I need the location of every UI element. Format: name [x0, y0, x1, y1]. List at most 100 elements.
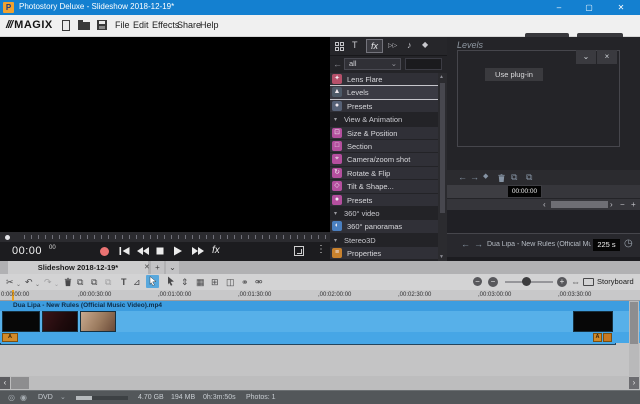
effects-item[interactable]: □Section: [330, 140, 438, 152]
paste-button[interactable]: ⧉: [105, 276, 111, 288]
scrollbar-thumb[interactable]: [551, 201, 608, 208]
jump-start-button[interactable]: [118, 246, 131, 256]
keyframe-prev-icon[interactable]: ←: [458, 172, 467, 182]
mouse-mode-single-button[interactable]: [146, 275, 159, 288]
collapse-caret-icon[interactable]: ▾: [334, 237, 337, 244]
undo-button[interactable]: ↶: [25, 276, 33, 288]
effects-category[interactable]: ▾View & Animation: [330, 113, 438, 125]
copy-button[interactable]: ⧉: [91, 276, 97, 288]
timeline-ruler[interactable]: 0:00:00:00,00:00:30:00,00:01:00:00,00:01…: [0, 290, 640, 301]
record-button[interactable]: [100, 247, 109, 256]
redo-button[interactable]: ↷: [44, 276, 52, 288]
back-arrow-icon[interactable]: ←: [333, 59, 342, 69]
fullscreen-icon[interactable]: [294, 246, 304, 256]
add-keyframe-icon[interactable]: ◆: [483, 172, 488, 180]
rotate-tool-icon[interactable]: ⊿: [133, 276, 141, 288]
ungroup-button[interactable]: ⚮: [255, 276, 263, 288]
effects-item[interactable]: ⌖Camera/zoom shot: [330, 153, 438, 165]
forward-button[interactable]: [190, 246, 205, 256]
effects-category[interactable]: ▾Stereo3D: [330, 234, 438, 246]
range-view-icon[interactable]: ⊞: [211, 276, 219, 288]
delete-button[interactable]: [63, 277, 73, 287]
thumbnail-view-icon[interactable]: ▦: [196, 276, 205, 288]
panel-collapse-button[interactable]: ⌄: [576, 50, 596, 64]
preview-fx-button[interactable]: fx: [212, 245, 220, 256]
group-button[interactable]: ⚭: [241, 276, 249, 288]
rewind-button[interactable]: [135, 246, 150, 256]
effects-item[interactable]: ●Presets: [330, 100, 438, 112]
disc-type-caret-icon[interactable]: ⌄: [60, 393, 66, 401]
effects-scrollbar[interactable]: ▲ ▼: [438, 73, 447, 261]
media-tab-grid-icon[interactable]: [335, 42, 344, 51]
menu-help[interactable]: Help: [200, 20, 219, 30]
monitor-icon[interactable]: [583, 278, 594, 286]
zoom-out-icon[interactable]: −: [620, 199, 625, 210]
tab-transitions-icon[interactable]: ▷▷: [388, 42, 397, 49]
panel-close-button[interactable]: ×: [597, 50, 617, 64]
object-stretch-icon[interactable]: ⇕: [181, 276, 189, 288]
scroll-right-button[interactable]: ›: [629, 377, 639, 389]
tab-titles[interactable]: T: [352, 40, 358, 50]
menu-share[interactable]: Share: [177, 20, 201, 30]
zoom-in-button[interactable]: +: [557, 277, 567, 287]
effects-indicator-icon[interactable]: [603, 333, 612, 342]
effects-item[interactable]: ≡Properties: [330, 247, 438, 259]
effects-item[interactable]: ↻Rotate & Flip: [330, 167, 438, 179]
audio-indicator-icon[interactable]: A: [593, 333, 602, 342]
effects-item[interactable]: ✦Lens Flare: [330, 73, 438, 85]
maximize-button[interactable]: ▢: [574, 0, 604, 15]
zoom-in-icon[interactable]: +: [631, 199, 636, 210]
audio-monitor-icon[interactable]: ◫: [226, 276, 235, 288]
video-preview[interactable]: [0, 37, 330, 232]
effects-item[interactable]: ⊡Size & Position: [330, 127, 438, 139]
effects-category[interactable]: ▾360° video: [330, 207, 438, 219]
next-object-icon[interactable]: →: [474, 239, 483, 249]
audio-indicator-icon[interactable]: A: [2, 333, 18, 342]
menu-effects[interactable]: Effects: [152, 20, 179, 30]
split-tool-icon[interactable]: ✂: [6, 276, 14, 288]
title-editor-button[interactable]: T: [121, 276, 127, 288]
storyboard-mode-button[interactable]: Storyboard: [597, 277, 634, 286]
keyframe-next-icon[interactable]: →: [470, 172, 479, 182]
effects-item[interactable]: ◐360° panoramas: [330, 220, 438, 232]
scroll-right-icon[interactable]: ›: [610, 199, 613, 210]
play-button[interactable]: [172, 246, 183, 256]
timeline-horizontal-scrollbar[interactable]: ‹ ›: [0, 376, 640, 390]
filter-dropdown[interactable]: all⌄: [344, 58, 401, 70]
copy-keyframe-icon[interactable]: ⧉: [511, 172, 517, 183]
tab-effects[interactable]: fx: [366, 39, 383, 53]
open-project-icon[interactable]: [78, 22, 90, 30]
new-project-icon[interactable]: [62, 20, 70, 31]
scroll-left-button[interactable]: ‹: [0, 377, 10, 389]
cut-button[interactable]: ⧉: [77, 276, 83, 288]
stop-button[interactable]: [155, 246, 165, 256]
keyframe-timeline[interactable]: 00:00:00: [447, 185, 640, 198]
scroll-up-icon[interactable]: ▲: [439, 74, 444, 80]
collapse-caret-icon[interactable]: ▾: [334, 116, 337, 123]
effects-search-input[interactable]: [405, 58, 442, 70]
playhead-marker[interactable]: [5, 235, 10, 240]
mouse-mode-all-icon[interactable]: [166, 276, 176, 287]
menu-file[interactable]: File: [115, 20, 130, 30]
prev-object-icon[interactable]: ←: [461, 239, 470, 249]
disc-type-select[interactable]: DVD: [38, 394, 53, 401]
clock-icon[interactable]: ◷: [624, 238, 633, 249]
delete-keyframe-icon[interactable]: [497, 173, 506, 183]
zoom-slider-handle[interactable]: [522, 277, 531, 286]
scrollbar-thumb[interactable]: [440, 83, 445, 213]
new-tab-button[interactable]: +: [151, 261, 164, 274]
zoom-out-button[interactable]: −: [488, 277, 498, 287]
paste-keyframe-icon[interactable]: ⧉: [526, 172, 532, 183]
collapse-caret-icon[interactable]: ▾: [334, 210, 337, 217]
save-project-icon[interactable]: [97, 20, 107, 30]
effects-item[interactable]: ▲Levels: [330, 86, 438, 98]
track-vertical-scrollbar[interactable]: [629, 301, 639, 376]
close-button[interactable]: ✕: [606, 0, 636, 15]
tab-close-icon[interactable]: ✕: [144, 261, 150, 274]
zoom-out-track-button[interactable]: −: [473, 277, 482, 286]
effects-item[interactable]: ●Presets: [330, 194, 438, 206]
tab-audio-icon[interactable]: ♪: [407, 40, 412, 50]
tab-list-button[interactable]: ⌄: [166, 261, 179, 274]
minimize-button[interactable]: –: [544, 0, 574, 15]
clip-header[interactable]: Dua Lipa - New Rules (Official Music Vid…: [0, 301, 640, 311]
